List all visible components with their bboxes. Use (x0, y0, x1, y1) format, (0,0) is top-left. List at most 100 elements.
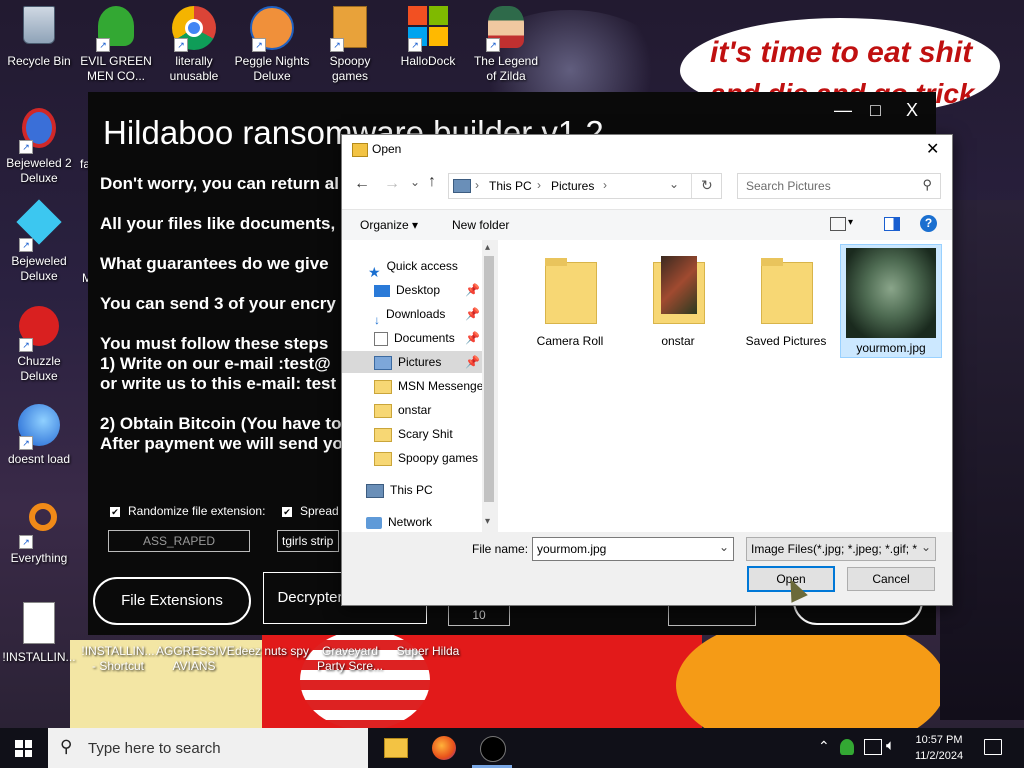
nav-downloads[interactable]: ↓ Downloads 📌 (374, 303, 480, 327)
desktop-icon-recycle-bin[interactable]: Recycle Bin (1, 0, 77, 69)
desktop-icon-deez-nuts-spy[interactable]: deez nuts spy (234, 644, 310, 659)
clock-date: 11/2/2024 (914, 750, 964, 762)
forward-arrow-icon[interactable]: → (384, 175, 400, 193)
desktop-icon-installin[interactable]: !INSTALLIN... (1, 596, 77, 665)
ransom-text-line: 1) Write on our e-mail :test@ (100, 354, 331, 373)
pin-icon: 📌 (465, 283, 480, 297)
file-extensions-button[interactable]: File Extensions (93, 577, 251, 625)
chevron-right-icon: › (537, 178, 541, 192)
file-item[interactable]: Camera Roll (520, 252, 620, 348)
nav-quick-access[interactable]: ★ Quick access (368, 255, 458, 280)
chevron-down-icon[interactable]: ▾ (848, 217, 853, 228)
randomize-extension-checkbox[interactable]: ✔ Randomize file extension: (110, 504, 265, 518)
refresh-icon[interactable]: ↻ (701, 177, 713, 194)
hidden-field[interactable] (668, 604, 756, 626)
file-item[interactable]: Saved Pictures (736, 252, 836, 348)
firefox-icon[interactable] (432, 736, 456, 760)
desktop-icon-bejeweled[interactable]: ↗ Bejeweled Deluxe (1, 199, 77, 284)
close-icon[interactable]: ✕ (926, 139, 939, 159)
file-explorer-icon[interactable] (384, 738, 408, 758)
back-arrow-icon[interactable]: ← (354, 175, 370, 193)
desktop-icon-graveyard-party[interactable]: Graveyard Party Scre... (312, 644, 388, 674)
desktop-icon (374, 284, 390, 297)
nav-scrollbar[interactable]: ▴ ▾ (482, 240, 496, 532)
search-input[interactable]: Search Pictures ⚲ (737, 173, 941, 199)
close-button[interactable]: X (906, 100, 918, 121)
spread-input[interactable]: tgirls strip (277, 530, 339, 552)
organize-button[interactable]: Organize ▾ (360, 218, 418, 232)
address-bar[interactable]: › This PC › Pictures › ⌄ ↻ (448, 173, 722, 199)
desktop-icon-super-hilda[interactable]: Super Hilda (390, 644, 466, 659)
view-options-icon[interactable] (830, 217, 846, 231)
desktop-icon-evil-green-men[interactable]: ↗ EVIL GREEN MEN CO... (78, 0, 154, 84)
help-icon[interactable]: ? (920, 215, 937, 232)
desktop-icon-label: AGGRESSIVE AVIANS (156, 644, 235, 673)
scrollbar-thumb[interactable] (484, 256, 494, 502)
chevron-down-icon[interactable]: ▾ (485, 516, 490, 527)
desktop-icon-everything[interactable]: ↗ Everything (1, 497, 77, 566)
desktop-icon-doesnt-load[interactable]: ↗ doesnt load (1, 398, 77, 467)
nav-msn-messenger[interactable]: MSN Messenger (374, 375, 487, 397)
desktop-icon-aggressive-avians[interactable]: AGGRESSIVE AVIANS (156, 644, 235, 674)
recycle-bin-icon (17, 6, 61, 50)
zilda-character-icon: ↗ (484, 6, 528, 52)
nav-onstar[interactable]: onstar (374, 399, 431, 421)
notifications-icon[interactable] (984, 739, 1002, 755)
nav-desktop[interactable]: Desktop 📌 (374, 279, 480, 301)
app-icon[interactable] (480, 736, 506, 762)
windows-start-icon[interactable] (15, 740, 32, 757)
file-type-select[interactable]: Image Files(*.jpg; *.jpeg; *.gif; * ⌄ (746, 537, 936, 561)
checkmark-icon: ✔ (110, 506, 120, 517)
file-item-selected[interactable]: yourmom.jpg (840, 244, 942, 358)
maximize-button[interactable]: □ (870, 100, 881, 121)
chevron-up-icon[interactable]: ⌃ (818, 738, 830, 755)
msn-tray-icon[interactable] (840, 739, 854, 755)
preview-pane-icon[interactable] (884, 217, 900, 231)
recent-dropdown-icon[interactable]: ⌄ (410, 175, 420, 189)
star-icon: ★ (368, 263, 381, 280)
desktop-icon-spoopy-games[interactable]: ↗ Spoopy games (312, 0, 388, 84)
file-name-input[interactable]: yourmom.jpg ⌄ (532, 537, 734, 561)
breadcrumb-pictures[interactable]: Pictures (551, 179, 594, 193)
new-folder-button[interactable]: New folder (452, 218, 509, 232)
nav-documents[interactable]: Documents 📌 (374, 327, 480, 349)
ransom-text-line: 2) Obtain Bitcoin (You have to (100, 414, 342, 433)
pin-icon: 📌 (465, 355, 480, 369)
desktop-icon-legend-of-zilda[interactable]: ↗ The Legend of Zilda (468, 0, 544, 84)
network-icon[interactable] (864, 739, 882, 755)
desktop-icon-installin-shortcut[interactable]: !INSTALLIN... - Shortcut (80, 644, 156, 674)
nav-spoopy-games[interactable]: Spoopy games (374, 447, 478, 469)
volume-icon[interactable]: 🔈︎ (886, 737, 895, 754)
chevron-down-icon[interactable]: ⌄ (669, 177, 679, 191)
chevron-up-icon[interactable]: ▴ (485, 242, 490, 253)
extension-input[interactable]: ASS_RAPED (108, 530, 250, 552)
spread-checkbox[interactable]: ✔ Spread (282, 504, 339, 518)
desktop-icon-peggle[interactable]: ↗ Peggle Nights Deluxe (234, 0, 310, 84)
desktop-icon-label: doesnt load (7, 452, 71, 466)
navigation-bar: ← → ⌄ ↑ › This PC › Pictures › ⌄ ↻ Searc… (342, 165, 952, 209)
desktop-icon-hallodock[interactable]: ↗ HalloDock (390, 0, 466, 69)
nav-network[interactable]: Network (366, 511, 432, 533)
up-arrow-icon[interactable]: ↑ (428, 173, 436, 191)
taskbar-search-box[interactable]: ⚲ Type here to search (48, 728, 368, 768)
breadcrumb-this-pc[interactable]: This PC (489, 179, 532, 193)
chevron-right-icon: › (475, 178, 479, 192)
search-icon: ⚲ (60, 737, 73, 756)
clock[interactable]: 10:57 PM 11/2/2024 (906, 732, 972, 764)
desktop-icon-label: Bejeweled 2 Deluxe (6, 156, 72, 185)
count-field[interactable]: 10 (448, 604, 510, 626)
desktop-icon-chuzzle[interactable]: ↗ Chuzzle Deluxe (1, 300, 77, 384)
desktop-icon-bejeweled-2[interactable]: ↗ Bejeweled 2 Deluxe (1, 102, 77, 186)
nav-this-pc[interactable]: This PC (366, 479, 433, 501)
desktop-icon-label: HalloDock (400, 54, 456, 68)
minimize-button[interactable]: — (834, 100, 852, 121)
chevron-down-icon[interactable]: ⌄ (719, 540, 729, 554)
file-item[interactable]: onstar (628, 252, 728, 348)
cancel-button[interactable]: Cancel (847, 567, 935, 591)
msn-people-icon: ↗ (94, 6, 138, 52)
ransom-text-line: You can send 3 of your encry (100, 294, 336, 313)
bejeweled-2-icon: ↗ (17, 108, 61, 154)
desktop-icon-literally-unusable[interactable]: ↗ literally unusable (156, 0, 232, 84)
nav-scary-shit[interactable]: Scary Shit (374, 423, 453, 445)
nav-pictures[interactable]: Pictures 📌 (342, 351, 482, 373)
